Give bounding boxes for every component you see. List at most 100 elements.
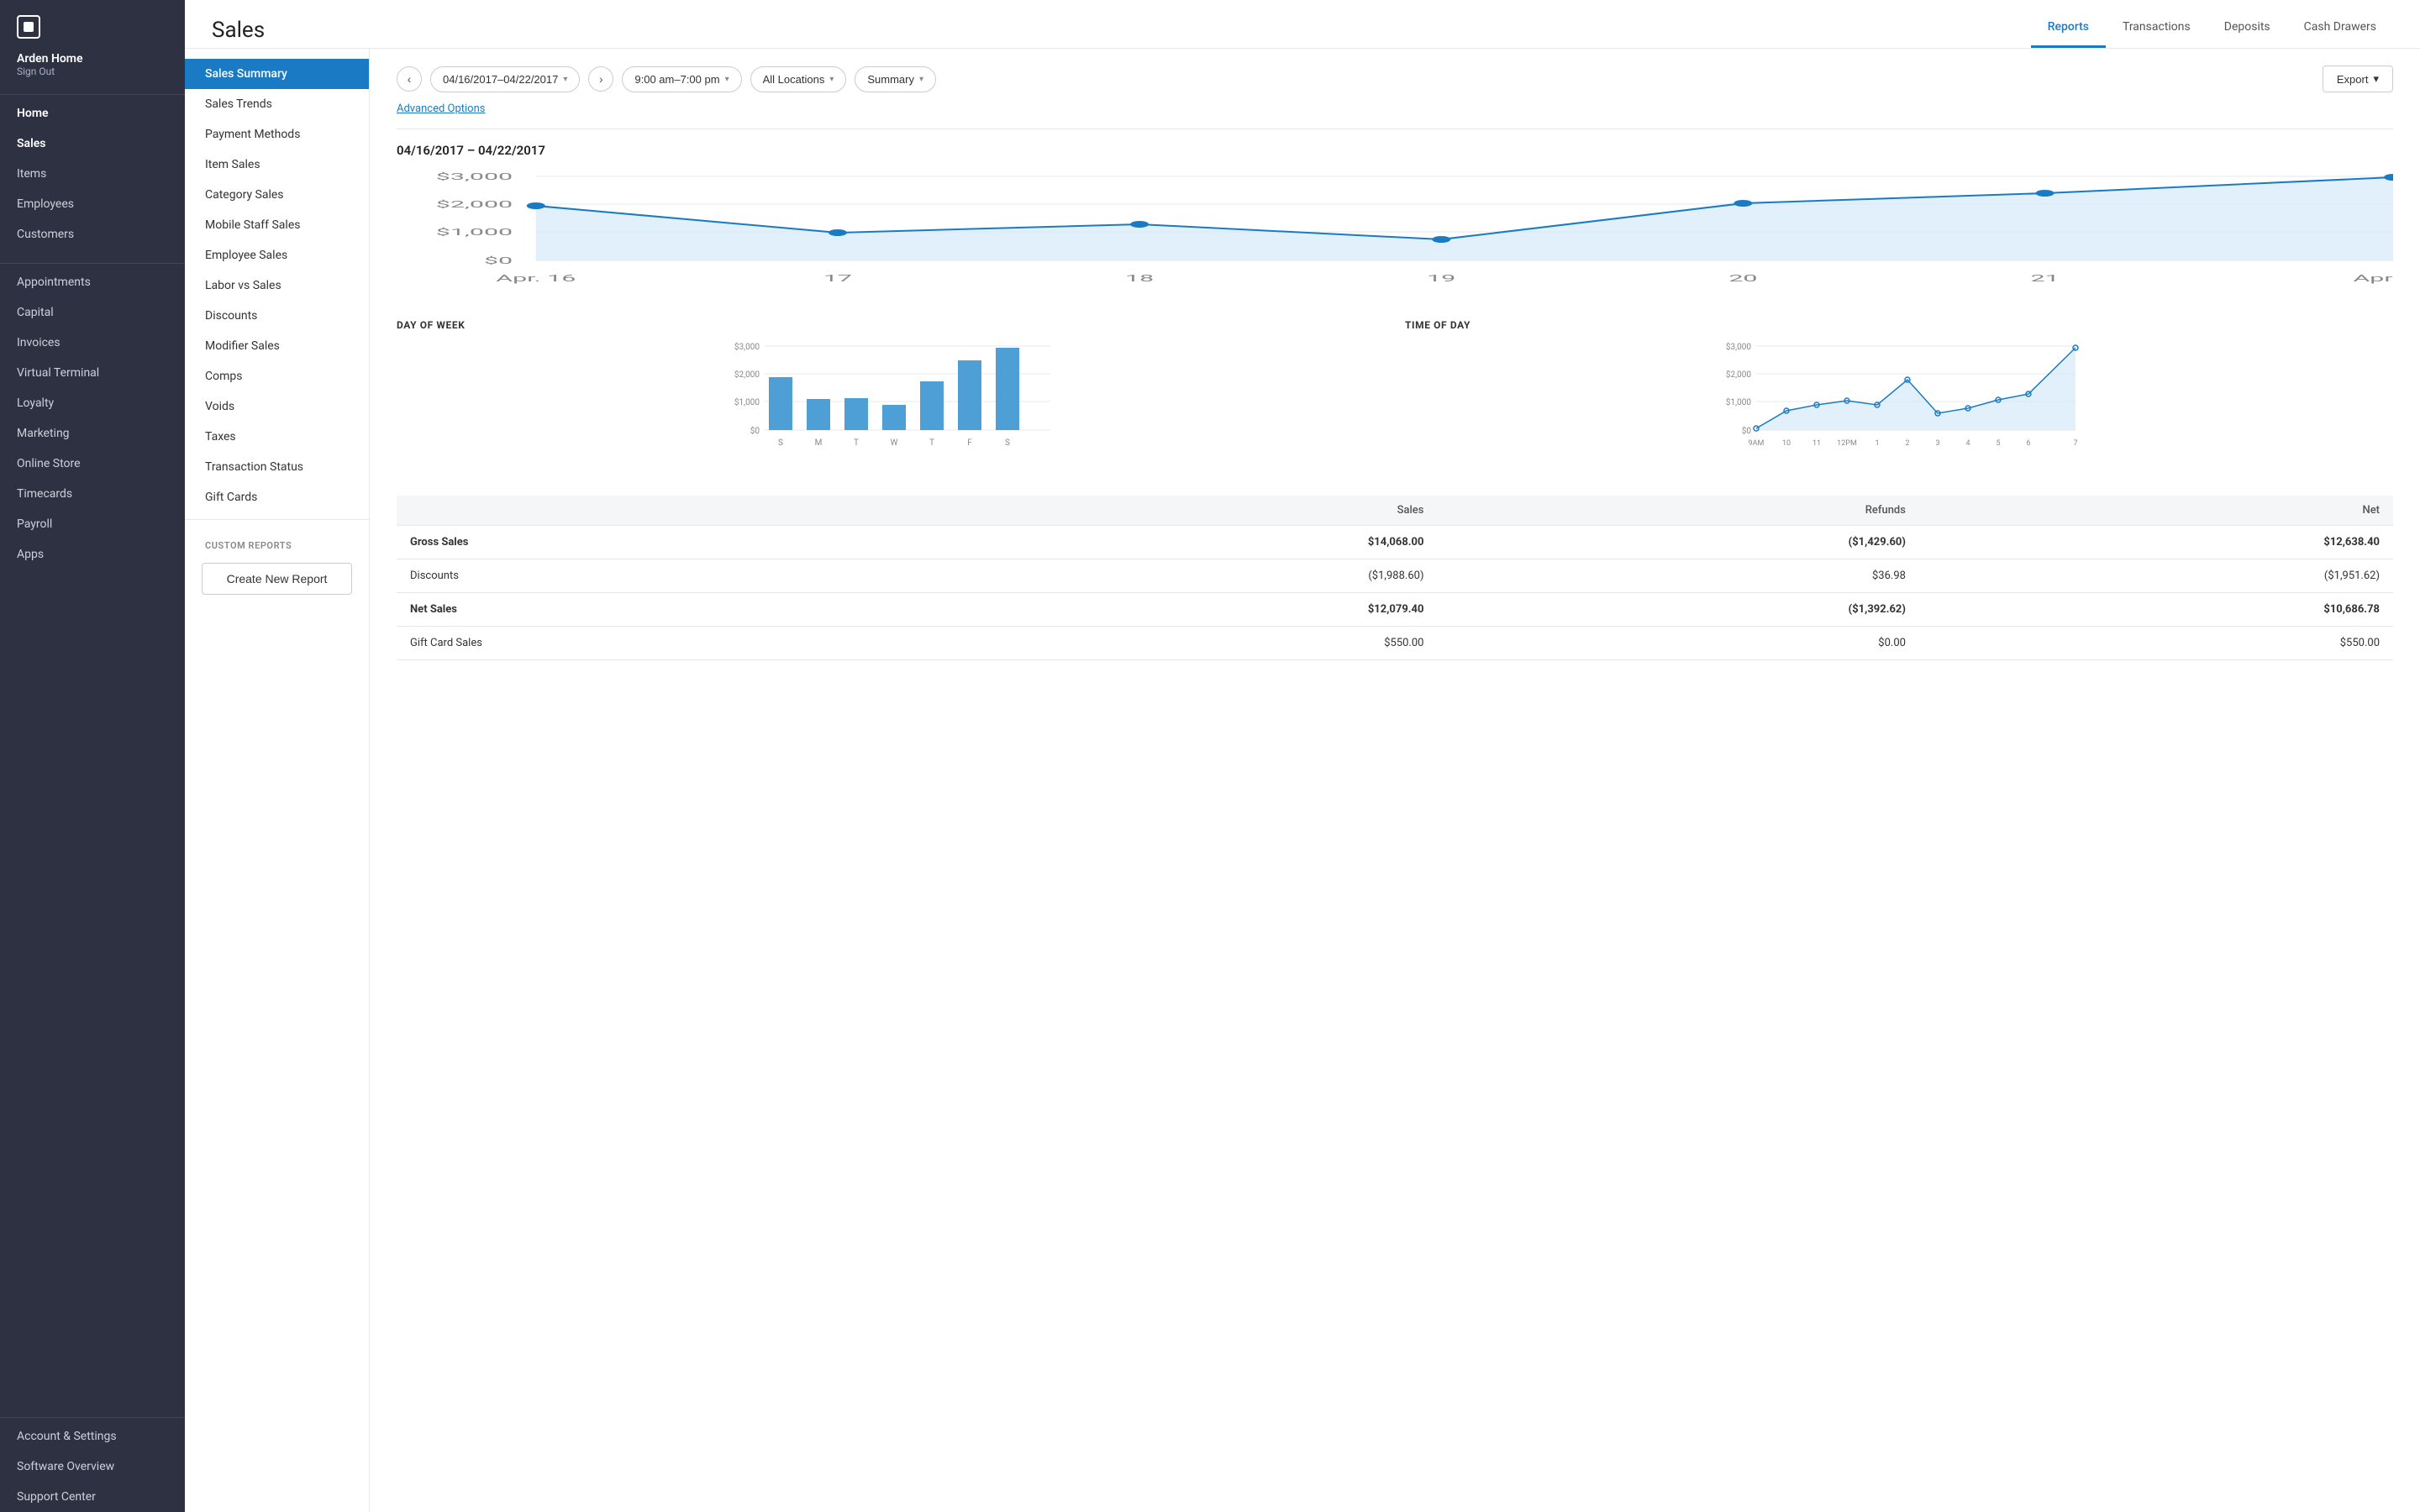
sidebar-item-home[interactable]: Home xyxy=(0,98,185,129)
prev-date-button[interactable]: ‹ xyxy=(397,66,422,92)
time-range-filter[interactable]: 9:00 am–7:00 pm ▾ xyxy=(622,66,741,92)
sidebar-item-employees[interactable]: Employees xyxy=(0,189,185,219)
time-of-day-label: TIME OF DAY xyxy=(1405,319,2393,331)
sidebar-item-virtual-terminal[interactable]: Virtual Terminal xyxy=(0,358,185,388)
sidebar-item-apps[interactable]: Apps xyxy=(0,539,185,570)
sidebar-divider-top xyxy=(0,94,185,95)
svg-text:M: M xyxy=(815,438,823,448)
svg-text:5: 5 xyxy=(1996,439,2000,448)
sub-nav-employee-sales[interactable]: Employee Sales xyxy=(185,240,369,270)
sub-nav-sales-summary[interactable]: Sales Summary xyxy=(185,59,369,89)
logo-area xyxy=(0,0,185,52)
user-name: Arden Home xyxy=(17,52,168,66)
svg-text:$1,000: $1,000 xyxy=(436,227,513,238)
svg-text:$2,000: $2,000 xyxy=(734,369,760,380)
svg-text:$0: $0 xyxy=(484,255,513,266)
chart-row: DAY OF WEEK $3,000 $2,000 $1,000 $0 xyxy=(397,319,2393,475)
sidebar: Arden Home Sign Out Home Sales Items Emp… xyxy=(0,0,185,1512)
row-sales: $550.00 xyxy=(963,627,1437,660)
svg-text:21: 21 xyxy=(2031,273,2060,284)
sidebar-item-timecards[interactable]: Timecards xyxy=(0,479,185,509)
create-new-report-button[interactable]: Create New Report xyxy=(202,563,352,595)
topnav-tabs: Reports Transactions Deposits Cash Drawe… xyxy=(2031,12,2393,48)
svg-text:3: 3 xyxy=(1935,439,1939,448)
sub-sidebar: Sales Summary Sales Trends Payment Metho… xyxy=(185,49,370,1512)
sidebar-item-capital[interactable]: Capital xyxy=(0,297,185,328)
sidebar-divider-bottom xyxy=(0,1417,185,1418)
row-net: $550.00 xyxy=(1919,627,2393,660)
svg-text:2: 2 xyxy=(1905,439,1909,448)
sidebar-item-invoices[interactable]: Invoices xyxy=(0,328,185,358)
table-header-sales: Sales xyxy=(963,496,1437,526)
sidebar-item-support-center[interactable]: Support Center xyxy=(0,1482,185,1512)
chart-date-range-label: 04/16/2017 – 04/22/2017 xyxy=(397,143,2393,158)
svg-text:11: 11 xyxy=(1812,439,1821,448)
sign-out-link[interactable]: Sign Out xyxy=(17,66,168,77)
chevron-left-icon: ‹ xyxy=(408,72,412,86)
sub-nav-taxes[interactable]: Taxes xyxy=(185,422,369,452)
time-of-day-svg: $3,000 $2,000 $1,000 $0 xyxy=(1405,338,2393,472)
main-area: Sales Reports Transactions Deposits Cash… xyxy=(185,0,2420,1512)
svg-text:$0: $0 xyxy=(750,425,760,436)
sidebar-item-loyalty[interactable]: Loyalty xyxy=(0,388,185,418)
svg-text:T: T xyxy=(854,438,859,448)
svg-text:$3,000: $3,000 xyxy=(1726,341,1751,352)
logo-icon xyxy=(17,15,40,39)
svg-text:$2,000: $2,000 xyxy=(436,199,513,210)
sub-nav-modifier-sales[interactable]: Modifier Sales xyxy=(185,331,369,361)
svg-text:17: 17 xyxy=(823,273,852,284)
chevron-right-icon: › xyxy=(599,72,603,86)
summary-filter[interactable]: Summary ▾ xyxy=(855,66,936,92)
date-range-label: 04/16/2017–04/22/2017 xyxy=(443,73,558,86)
sub-nav-category-sales[interactable]: Category Sales xyxy=(185,180,369,210)
table-header-label xyxy=(397,496,963,526)
sub-nav-sales-trends[interactable]: Sales Trends xyxy=(185,89,369,119)
svg-text:6: 6 xyxy=(2026,439,2030,448)
sidebar-item-online-store[interactable]: Online Store xyxy=(0,449,185,479)
date-range-filter[interactable]: 04/16/2017–04/22/2017 ▾ xyxy=(430,66,580,92)
export-label: Export xyxy=(2337,73,2369,86)
tab-cash-drawers[interactable]: Cash Drawers xyxy=(2287,12,2393,48)
sidebar-item-items[interactable]: Items xyxy=(0,159,185,189)
tab-reports[interactable]: Reports xyxy=(2031,12,2106,48)
table-row: Gift Card Sales $550.00 $0.00 $550.00 xyxy=(397,627,2393,660)
sidebar-item-customers[interactable]: Customers xyxy=(0,219,185,249)
sidebar-item-sales[interactable]: Sales xyxy=(0,129,185,159)
sub-nav-transaction-status[interactable]: Transaction Status xyxy=(185,452,369,482)
tab-transactions[interactable]: Transactions xyxy=(2106,12,2207,48)
next-date-button[interactable]: › xyxy=(588,66,613,92)
svg-text:7: 7 xyxy=(2073,439,2077,448)
sidebar-item-account-settings[interactable]: Account & Settings xyxy=(0,1421,185,1452)
sub-nav-discounts[interactable]: Discounts xyxy=(185,301,369,331)
sub-nav-labor-vs-sales[interactable]: Labor vs Sales xyxy=(185,270,369,301)
row-label: Net Sales xyxy=(397,593,963,627)
sub-nav-gift-cards[interactable]: Gift Cards xyxy=(185,482,369,512)
svg-text:F: F xyxy=(967,438,972,448)
row-label: Gross Sales xyxy=(397,526,963,559)
row-refunds: ($1,429.60) xyxy=(1437,526,1918,559)
time-of-day-chart: TIME OF DAY $3,000 $2,000 $1,000 $0 xyxy=(1405,319,2393,475)
location-filter[interactable]: All Locations ▾ xyxy=(750,66,847,92)
chevron-down-icon: ▾ xyxy=(563,75,567,84)
advanced-options-link[interactable]: Advanced Options xyxy=(397,102,2393,115)
export-button[interactable]: Export ▾ xyxy=(2323,66,2393,92)
sidebar-item-payroll[interactable]: Payroll xyxy=(0,509,185,539)
tab-deposits[interactable]: Deposits xyxy=(2207,12,2287,48)
sub-nav-mobile-staff-sales[interactable]: Mobile Staff Sales xyxy=(185,210,369,240)
svg-text:$1,000: $1,000 xyxy=(734,396,760,407)
sidebar-divider-mid xyxy=(0,263,185,264)
table-row: Gross Sales $14,068.00 ($1,429.60) $12,6… xyxy=(397,526,2393,559)
svg-text:S: S xyxy=(1005,438,1010,448)
chevron-down-icon-4: ▾ xyxy=(919,75,923,84)
sub-nav-item-sales[interactable]: Item Sales xyxy=(185,150,369,180)
summary-table: Sales Refunds Net Gross Sales $14,068.00… xyxy=(397,496,2393,660)
sub-nav-comps[interactable]: Comps xyxy=(185,361,369,391)
sub-nav-voids[interactable]: Voids xyxy=(185,391,369,422)
sidebar-item-software-overview[interactable]: Software Overview xyxy=(0,1452,185,1482)
svg-text:$3,000: $3,000 xyxy=(436,171,513,182)
sidebar-item-appointments[interactable]: Appointments xyxy=(0,267,185,297)
sub-nav-payment-methods[interactable]: Payment Methods xyxy=(185,119,369,150)
svg-text:T: T xyxy=(929,438,934,448)
main-chart-svg: $3,000 $2,000 $1,000 $0 xyxy=(397,168,2393,302)
sidebar-item-marketing[interactable]: Marketing xyxy=(0,418,185,449)
